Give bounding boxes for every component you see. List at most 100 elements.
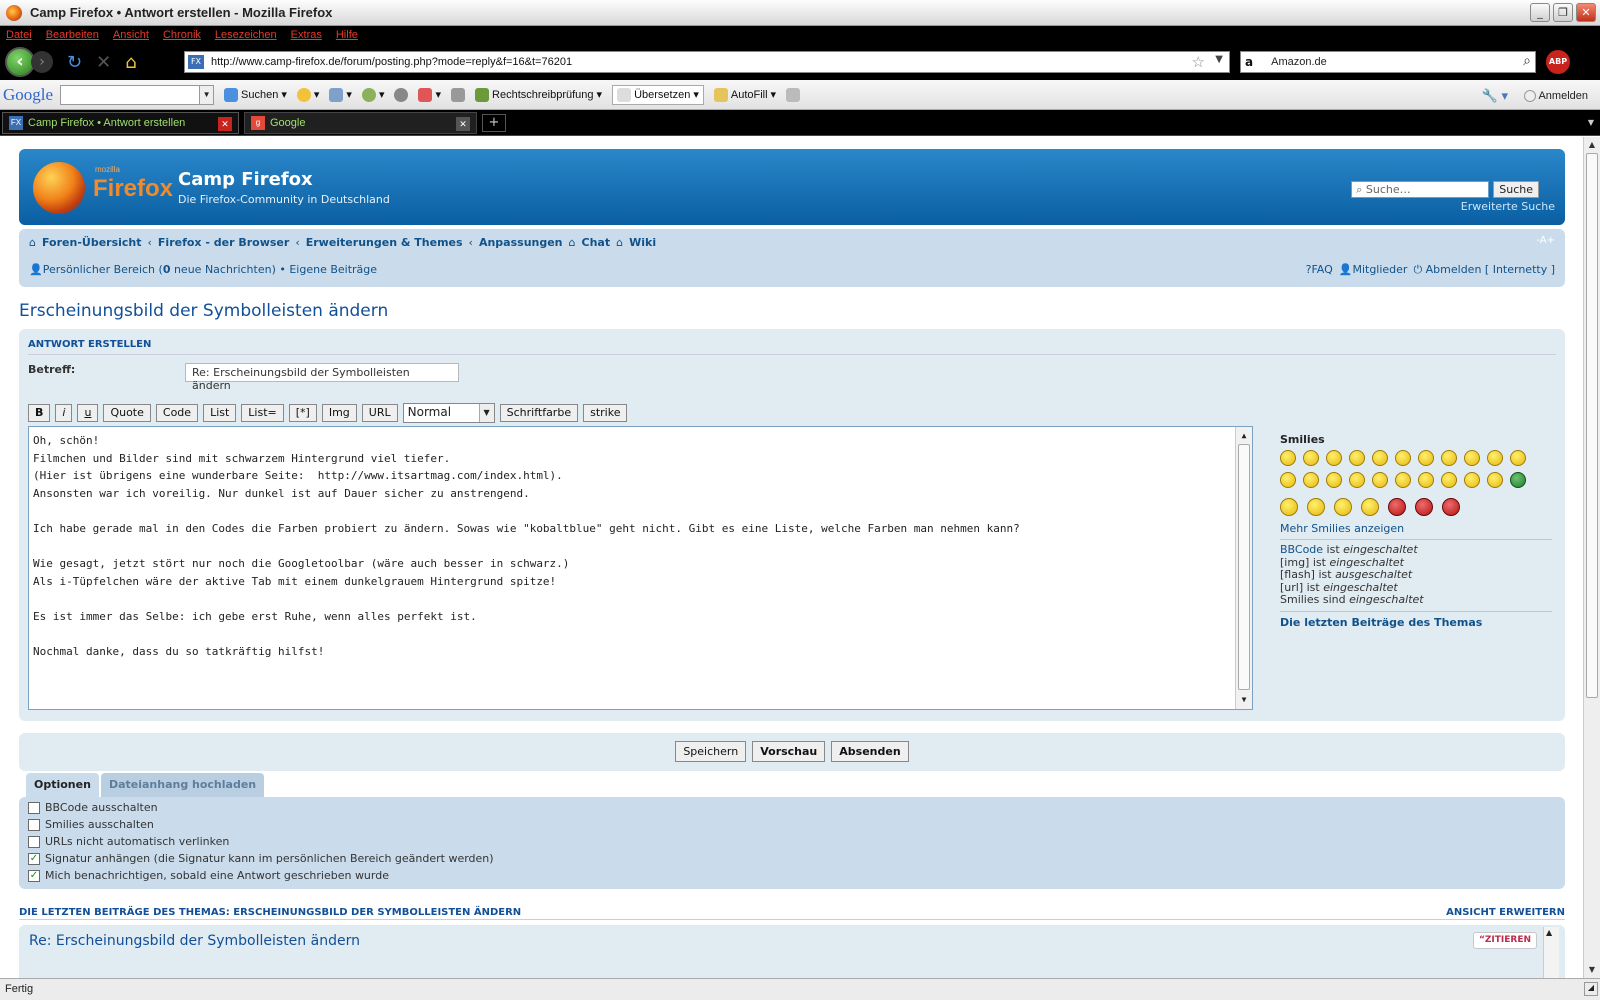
google-search-input[interactable]: ▼ <box>60 84 215 105</box>
smiley-icon[interactable] <box>1395 450 1411 466</box>
list-item-button[interactable]: [*] <box>288 404 317 422</box>
smiley-icon[interactable] <box>1307 498 1325 516</box>
option-disable-smilies[interactable]: Smilies ausschalten <box>28 818 154 831</box>
smiley-icon[interactable] <box>1280 498 1298 516</box>
underline-button[interactable]: u <box>77 404 99 422</box>
sun-icon[interactable]: ▾ <box>296 87 319 102</box>
forward-button[interactable]: › <box>31 51 53 73</box>
own-posts-link[interactable]: • Eigene Beiträge <box>279 263 377 276</box>
new-tab-button[interactable]: + <box>482 114 506 132</box>
smiley-icon[interactable] <box>1361 498 1379 516</box>
submit-button[interactable]: Absenden <box>831 741 909 762</box>
scroll-up-icon[interactable]: ▲ <box>1585 138 1599 152</box>
crumb-wiki[interactable]: Wiki <box>629 236 656 249</box>
menu-ansicht[interactable]: Ansicht <box>113 29 149 41</box>
url-button[interactable]: URL <box>361 404 398 422</box>
smiley-icon[interactable] <box>1372 472 1388 488</box>
font-size-select[interactable]: Normal ▼ <box>402 403 495 423</box>
wrench-icon[interactable]: 🔧 ▾ <box>1482 88 1508 104</box>
smiley-icon[interactable] <box>1464 450 1480 466</box>
preview-button[interactable]: Vorschau <box>752 741 826 762</box>
maximize-button[interactable]: ❐ <box>1553 3 1573 22</box>
pagerank-icon[interactable] <box>451 87 466 102</box>
smiley-icon[interactable] <box>1372 450 1388 466</box>
smiley-icon[interactable] <box>1388 498 1406 516</box>
more-smilies-link[interactable]: Mehr Smilies anzeigen <box>1280 522 1552 535</box>
menu-chronik[interactable]: Chronik <box>163 29 201 41</box>
tab-attachments[interactable]: Dateianhang hochladen <box>100 773 265 797</box>
search-bar[interactable]: a Amazon.de ⌕ <box>1240 51 1536 73</box>
smiley-icon[interactable] <box>1487 450 1503 466</box>
smiley-icon[interactable] <box>1349 472 1365 488</box>
menu-extras[interactable]: Extras <box>291 29 322 41</box>
option-disable-bbcode[interactable]: BBCode ausschalten <box>28 801 158 814</box>
option-notify[interactable]: ✓ Mich benachrichtigen, sobald eine Antwo… <box>28 869 389 882</box>
scroll-thumb[interactable] <box>1586 153 1598 698</box>
compass-icon[interactable] <box>394 87 409 102</box>
save-button[interactable]: Speichern <box>675 741 747 762</box>
resize-grip-icon[interactable]: ◢ <box>1584 982 1598 996</box>
textarea-scrollbar[interactable]: ▲ ▼ <box>1235 427 1252 709</box>
popup-blocker-icon[interactable]: ▾ <box>418 87 441 102</box>
tab-google[interactable]: g Google ✕ <box>244 112 477 134</box>
chevron-down-icon[interactable]: ▼ <box>478 404 494 422</box>
reload-icon[interactable]: ↻ <box>67 52 82 73</box>
translate-button[interactable]: Übersetzen ▾ <box>612 84 704 105</box>
firefox-logo[interactable] <box>33 162 85 214</box>
strike-button[interactable]: strike <box>583 404 628 422</box>
search-engine-icon[interactable]: a <box>1245 55 1253 69</box>
smiley-icon[interactable] <box>1303 472 1319 488</box>
tab-options[interactable]: Optionen <box>26 773 99 797</box>
home-icon[interactable]: ⌂ <box>125 52 136 73</box>
scroll-down-icon[interactable]: ▼ <box>1585 963 1599 977</box>
autofill-button[interactable]: AutoFill ▾ <box>713 87 776 102</box>
checkbox[interactable] <box>28 801 40 814</box>
smiley-icon[interactable] <box>1280 472 1296 488</box>
minimize-button[interactable]: _ <box>1530 3 1550 22</box>
crumb-forum-index[interactable]: Foren-Übersicht <box>42 236 142 249</box>
bbcode-link[interactable]: BBCode <box>1280 543 1323 556</box>
close-tab-icon[interactable]: ✕ <box>456 117 470 131</box>
tab-list-icon[interactable]: ▼ <box>1584 114 1598 132</box>
bold-button[interactable]: B <box>28 404 51 422</box>
smiley-icon[interactable] <box>1418 450 1434 466</box>
italic-button[interactable]: i <box>55 404 73 422</box>
checkbox[interactable]: ✓ <box>28 869 40 882</box>
smiley-icon[interactable] <box>1487 472 1503 488</box>
menu-lesezeichen[interactable]: Lesezeichen <box>215 29 277 41</box>
menu-hilfe[interactable]: Hilfe <box>336 29 358 41</box>
crumb-firefox[interactable]: Firefox - der Browser <box>158 236 289 249</box>
url-bar[interactable]: FX http://www.camp-firefox.de/forum/post… <box>184 51 1230 73</box>
checkbox[interactable]: ✓ <box>28 852 40 865</box>
advanced-search-link[interactable]: Erweiterte Suche <box>1461 200 1555 213</box>
stop-icon[interactable]: ✕ <box>96 52 111 73</box>
font-size-switcher[interactable]: -A+ <box>1536 235 1555 246</box>
url-dropdown-icon[interactable]: ▼ <box>1215 54 1223 65</box>
smiley-icon[interactable] <box>1510 472 1526 488</box>
scroll-up-icon[interactable]: ▲ <box>1546 928 1552 937</box>
crumb-extensions[interactable]: Erweiterungen & Themes <box>306 236 463 249</box>
smiley-icon[interactable] <box>1326 450 1342 466</box>
chevron-down-icon[interactable]: ▼ <box>199 85 214 104</box>
magnifier-icon[interactable]: ⌕ <box>1523 53 1531 69</box>
smiley-icon[interactable] <box>1280 450 1296 466</box>
close-tab-icon[interactable]: ✕ <box>218 117 232 131</box>
menu-datei[interactable]: Datei <box>6 29 32 41</box>
smiley-icon[interactable] <box>1441 450 1457 466</box>
page-title[interactable]: Erscheinungsbild der Symbolleisten änder… <box>19 301 388 321</box>
option-attach-signature[interactable]: ✓ Signatur anhängen (die Signatur kann im… <box>28 852 494 865</box>
adblock-icon[interactable]: ABP <box>1546 50 1570 74</box>
img-button[interactable]: Img <box>321 404 357 422</box>
news-icon[interactable]: ▾ <box>329 87 352 102</box>
subject-input[interactable]: Re: Erscheinungsbild der Symbolleisten ä… <box>185 363 459 392</box>
forum-search-button[interactable]: Suche <box>1493 181 1539 198</box>
menu-bearbeiten[interactable]: Bearbeiten <box>46 29 99 41</box>
google-search-button[interactable]: Suchen ▾ <box>224 87 287 102</box>
quote-button[interactable]: “ZITIEREN <box>1472 932 1537 949</box>
close-button[interactable]: ✕ <box>1576 3 1596 22</box>
bookmark-star-icon[interactable]: ☆ <box>1192 53 1205 71</box>
smiley-icon[interactable] <box>1395 472 1411 488</box>
expand-view-link[interactable]: Ansicht erweitern <box>1446 907 1565 918</box>
message-textarea[interactable]: Oh, schön! Filmchen und Bilder sind mit … <box>28 426 1253 710</box>
last-posts-link[interactable]: Die letzten Beiträge des Themas <box>1280 616 1552 629</box>
